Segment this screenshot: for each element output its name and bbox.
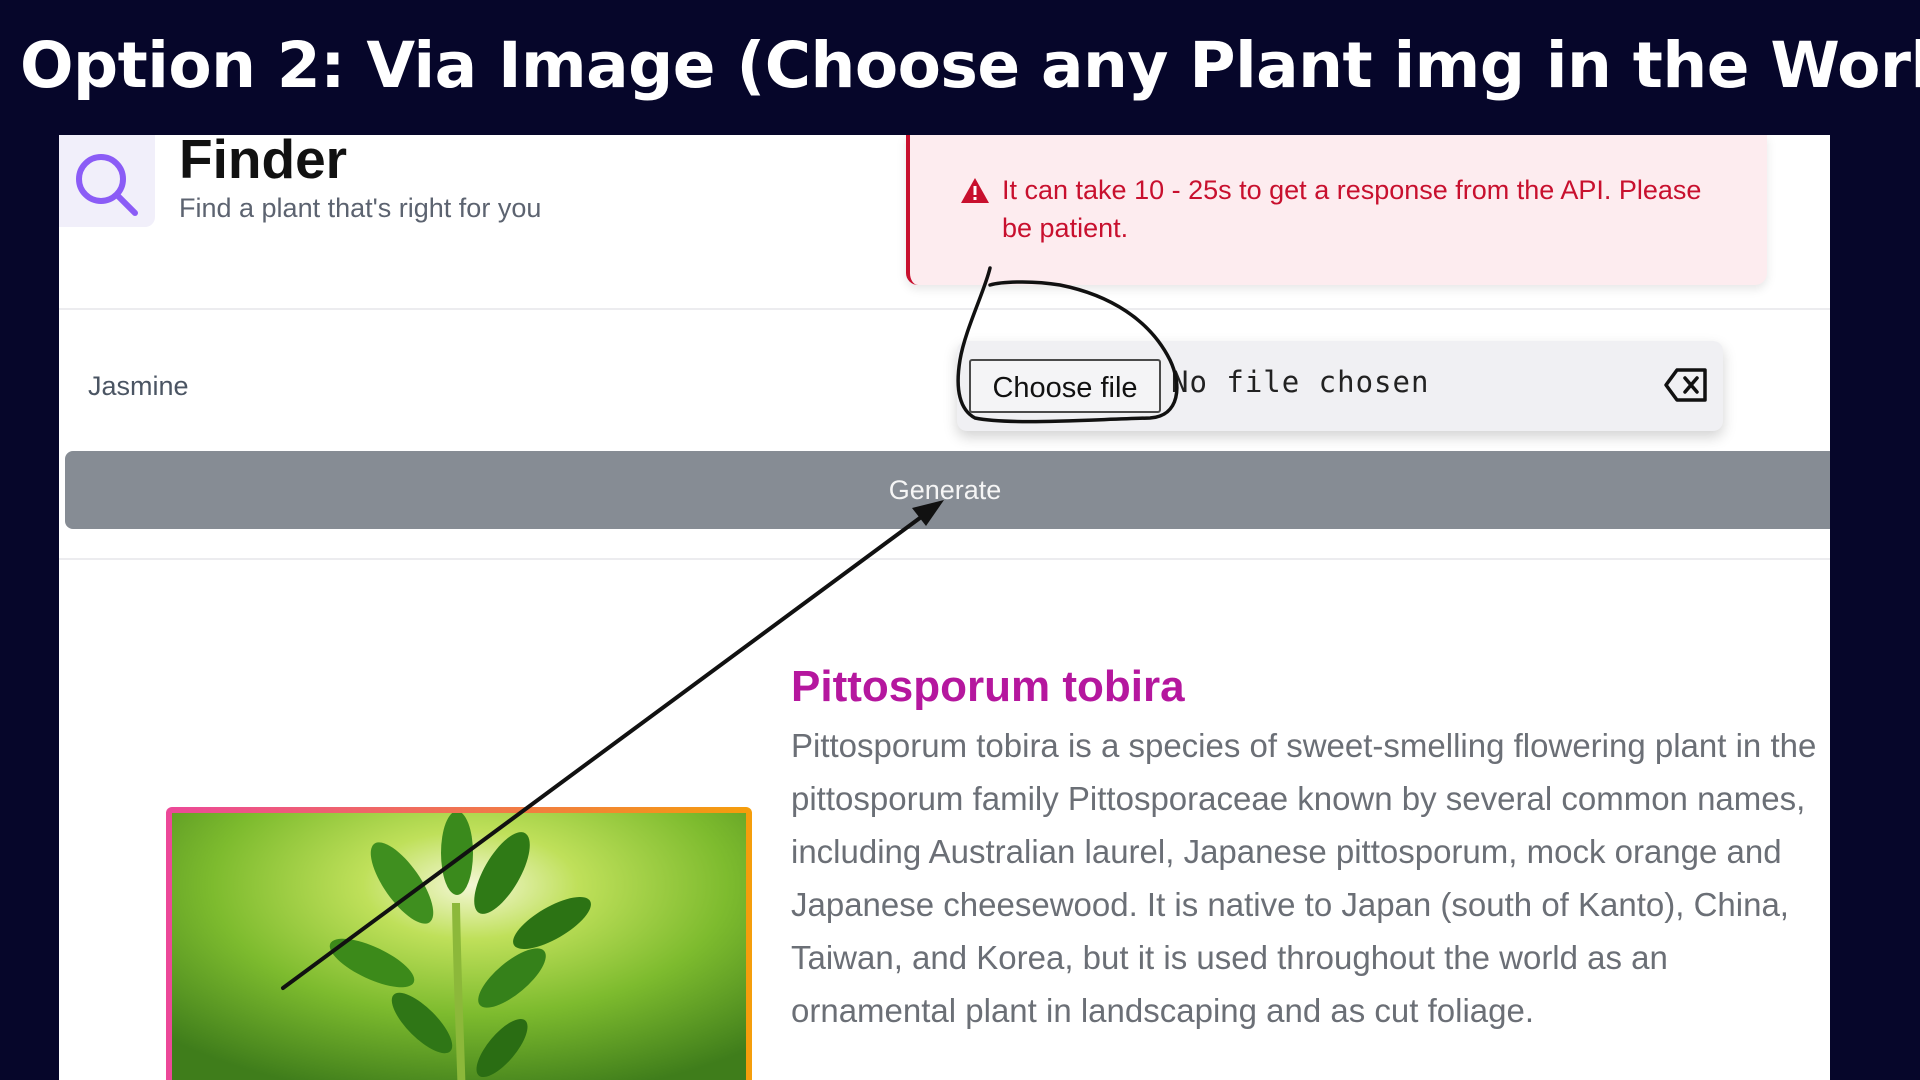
header-divider [59, 308, 1830, 310]
form-divider [59, 558, 1830, 560]
result-plant-description: Pittosporum tobira is a species of sweet… [791, 727, 1817, 1029]
api-warning-alert: It can take 10 - 25s to get a response f… [906, 135, 1767, 285]
plant-query-value[interactable]: Jasmine [88, 371, 189, 402]
plant-image [172, 813, 746, 1080]
app-panel: Finder Find a plant that's right for you… [59, 135, 1830, 1080]
file-input-box[interactable]: Choose file No file chosen [957, 341, 1723, 431]
file-status-text: No file chosen [1171, 365, 1430, 399]
generate-button[interactable]: Generate [65, 451, 1830, 529]
alert-message: It can take 10 - 25s to get a response f… [1002, 175, 1702, 243]
backspace-icon[interactable] [1663, 367, 1709, 403]
logo-box [59, 135, 155, 227]
choose-file-button[interactable]: Choose file [969, 359, 1161, 413]
plant-image-frame [166, 807, 752, 1080]
result-plant-name: Pittosporum tobira [791, 662, 1185, 711]
banner-title: Option 2: Via Image (Choose any Plant im… [20, 29, 1920, 102]
warning-icon [961, 178, 989, 203]
page-title: Finder [179, 135, 348, 190]
page-subtitle: Find a plant that's right for you [179, 193, 542, 223]
search-icon [76, 154, 138, 216]
